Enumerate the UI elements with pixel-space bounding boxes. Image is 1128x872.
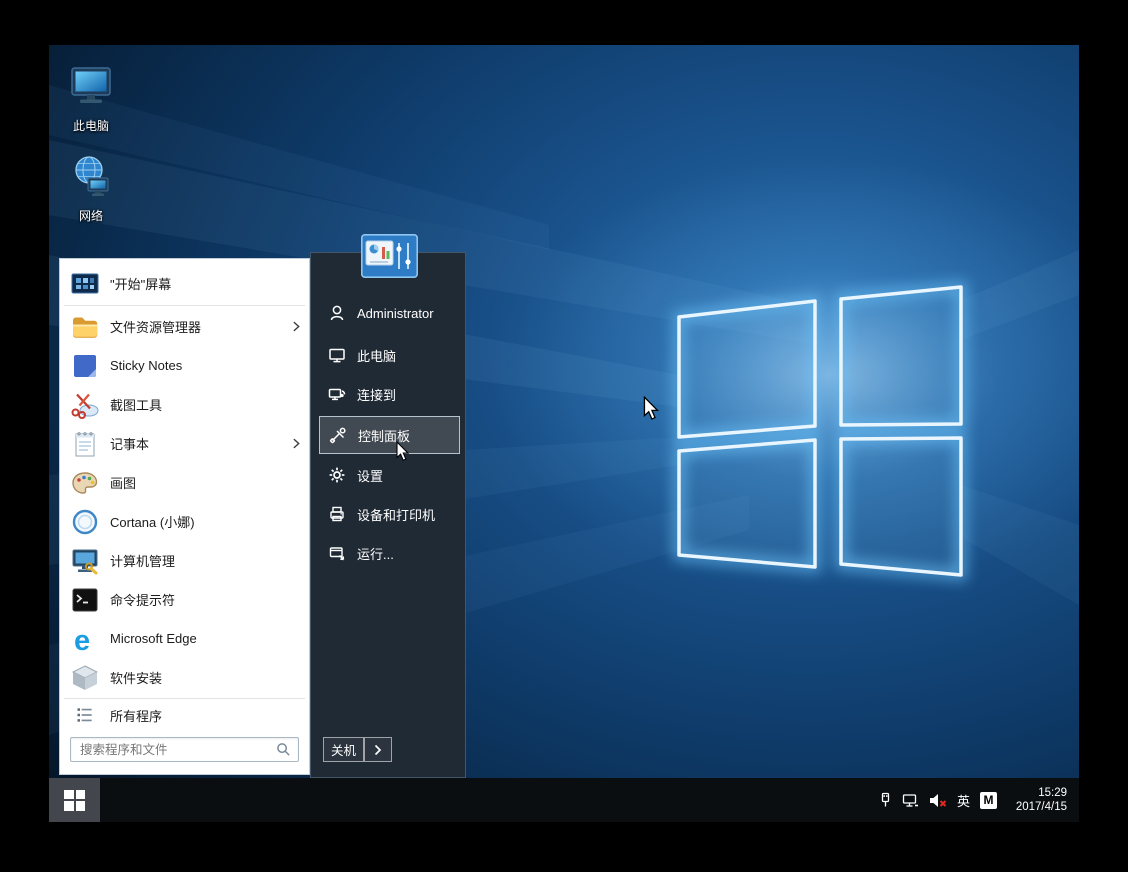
start-menu-item-label: 此电脑: [357, 346, 396, 365]
start-menu-item-notepad[interactable]: 记事本: [63, 424, 306, 463]
start-menu-item-label: 截图工具: [110, 395, 162, 414]
start-menu-item-sticky-notes[interactable]: Sticky Notes: [63, 346, 306, 385]
start-menu-item-label: 画图: [110, 473, 136, 492]
start-menu-item-label: 设置: [357, 466, 383, 485]
snipping-tool-icon: [69, 389, 101, 421]
start-menu-item-this-pc[interactable]: 此电脑: [319, 337, 460, 373]
start-menu-item-computer-management[interactable]: 计算机管理: [63, 541, 306, 580]
start-screen-icon: [69, 267, 101, 299]
start-menu-item-run[interactable]: 运行...: [319, 535, 460, 571]
computer-management-icon: [69, 545, 101, 577]
red-x-badge: [940, 801, 945, 806]
taskbar-clock[interactable]: 15:29 2017/4/15: [1007, 786, 1067, 814]
software-install-icon: [69, 662, 101, 694]
cortana-icon: [69, 506, 101, 538]
start-menu-item-label: 所有程序: [110, 706, 162, 725]
all-programs-icon: [69, 699, 101, 731]
search-icon[interactable]: [276, 742, 291, 757]
start-menu-item-label: 连接到: [357, 385, 396, 404]
svg-text:e: e: [74, 625, 90, 655]
start-menu-item-label: 命令提示符: [110, 590, 175, 609]
start-menu-item-snipping-tool[interactable]: 截图工具: [63, 385, 306, 424]
start-menu-item-all-programs[interactable]: 所有程序: [63, 700, 306, 730]
screen: 此电脑 网络: [0, 0, 1128, 872]
start-menu-item-microsoft-edge[interactable]: e Microsoft Edge: [63, 619, 306, 658]
network-status-icon[interactable]: [902, 793, 919, 808]
start-menu-item-label: 软件安装: [110, 668, 162, 687]
separator: [64, 305, 305, 306]
start-menu-left-panel: "开始"屏幕 文件资源管理器: [59, 258, 310, 775]
ime-mode-badge[interactable]: M: [980, 792, 997, 809]
start-menu-item-software-install[interactable]: 软件安装: [63, 658, 306, 697]
safely-remove-hardware-icon[interactable]: [879, 792, 892, 808]
command-prompt-icon: [69, 584, 101, 616]
start-menu-item-connect-to[interactable]: 连接到: [319, 376, 460, 412]
clock-time: 15:29: [1007, 786, 1067, 800]
start-menu-item-label: Sticky Notes: [110, 358, 182, 373]
control-panel-icon: [328, 425, 348, 445]
administrator-user-icon: [327, 303, 347, 323]
start-menu-item-command-prompt[interactable]: 命令提示符: [63, 580, 306, 619]
shutdown-button[interactable]: 关机: [323, 737, 364, 762]
desktop-icon-this-pc[interactable]: 此电脑: [59, 59, 123, 134]
shutdown-options-button[interactable]: [364, 737, 392, 762]
desktop: 此电脑 网络: [49, 45, 1079, 822]
shutdown-label: 关机: [331, 740, 356, 759]
start-menu-item-start-screen[interactable]: "开始"屏幕: [63, 263, 306, 303]
clock-date: 2017/4/15: [1007, 800, 1067, 814]
network-icon: [68, 149, 114, 205]
this-pc-icon: [68, 59, 114, 115]
submenu-arrow-icon: [293, 321, 300, 332]
start-menu: Administrator 此电脑 连接到: [59, 252, 466, 778]
connect-to-icon: [327, 384, 347, 404]
start-menu-item-label: 计算机管理: [110, 551, 175, 570]
taskbar: 英 M 15:29 2017/4/15: [49, 778, 1079, 822]
start-menu-item-cortana[interactable]: Cortana (小娜): [63, 502, 306, 541]
windows-logo-icon: [64, 790, 85, 811]
devices-printers-icon: [327, 504, 347, 524]
start-menu-item-label: Administrator: [357, 306, 434, 321]
start-menu-item-label: 运行...: [357, 544, 394, 563]
start-menu-item-label: 文件资源管理器: [110, 317, 201, 336]
start-menu-item-label: Microsoft Edge: [110, 631, 197, 646]
volume-muted-icon[interactable]: [929, 793, 947, 808]
system-tray: 英 M 15:29 2017/4/15: [879, 778, 1067, 822]
run-icon: [327, 543, 347, 563]
start-menu-item-label: "开始"屏幕: [110, 274, 171, 293]
submenu-arrow-icon: [293, 438, 300, 449]
control-panel-preview-icon: [361, 234, 418, 278]
ime-language-indicator[interactable]: 英: [957, 791, 970, 810]
sticky-notes-icon: [69, 350, 101, 382]
start-menu-item-administrator[interactable]: Administrator: [319, 295, 460, 331]
start-menu-item-control-panel[interactable]: 控制面板: [319, 416, 460, 454]
start-menu-item-paint[interactable]: 画图: [63, 463, 306, 502]
start-menu-right-panel: Administrator 此电脑 连接到: [310, 252, 466, 778]
start-menu-item-label: Cortana (小娜): [110, 512, 195, 531]
settings-gear-icon: [327, 465, 347, 485]
shutdown-arrow-icon: [374, 744, 382, 756]
paint-icon: [69, 467, 101, 499]
start-button[interactable]: [49, 778, 100, 822]
desktop-icon-network[interactable]: 网络: [59, 149, 123, 224]
desktop-icon-label: 此电脑: [73, 117, 109, 134]
this-pc-small-icon: [327, 345, 347, 365]
start-menu-item-settings[interactable]: 设置: [319, 457, 460, 493]
file-explorer-icon: [69, 311, 101, 343]
start-menu-item-devices-printers[interactable]: 设备和打印机: [319, 496, 460, 532]
start-menu-item-label: 记事本: [110, 434, 149, 453]
start-menu-item-label: 设备和打印机: [357, 505, 435, 524]
edge-icon: e: [69, 623, 101, 655]
start-menu-item-label: 控制面板: [358, 426, 410, 445]
start-menu-item-file-explorer[interactable]: 文件资源管理器: [63, 307, 306, 346]
search-input[interactable]: [78, 742, 276, 758]
desktop-icon-label: 网络: [79, 207, 103, 224]
search-box[interactable]: [70, 737, 299, 762]
notepad-icon: [69, 428, 101, 460]
